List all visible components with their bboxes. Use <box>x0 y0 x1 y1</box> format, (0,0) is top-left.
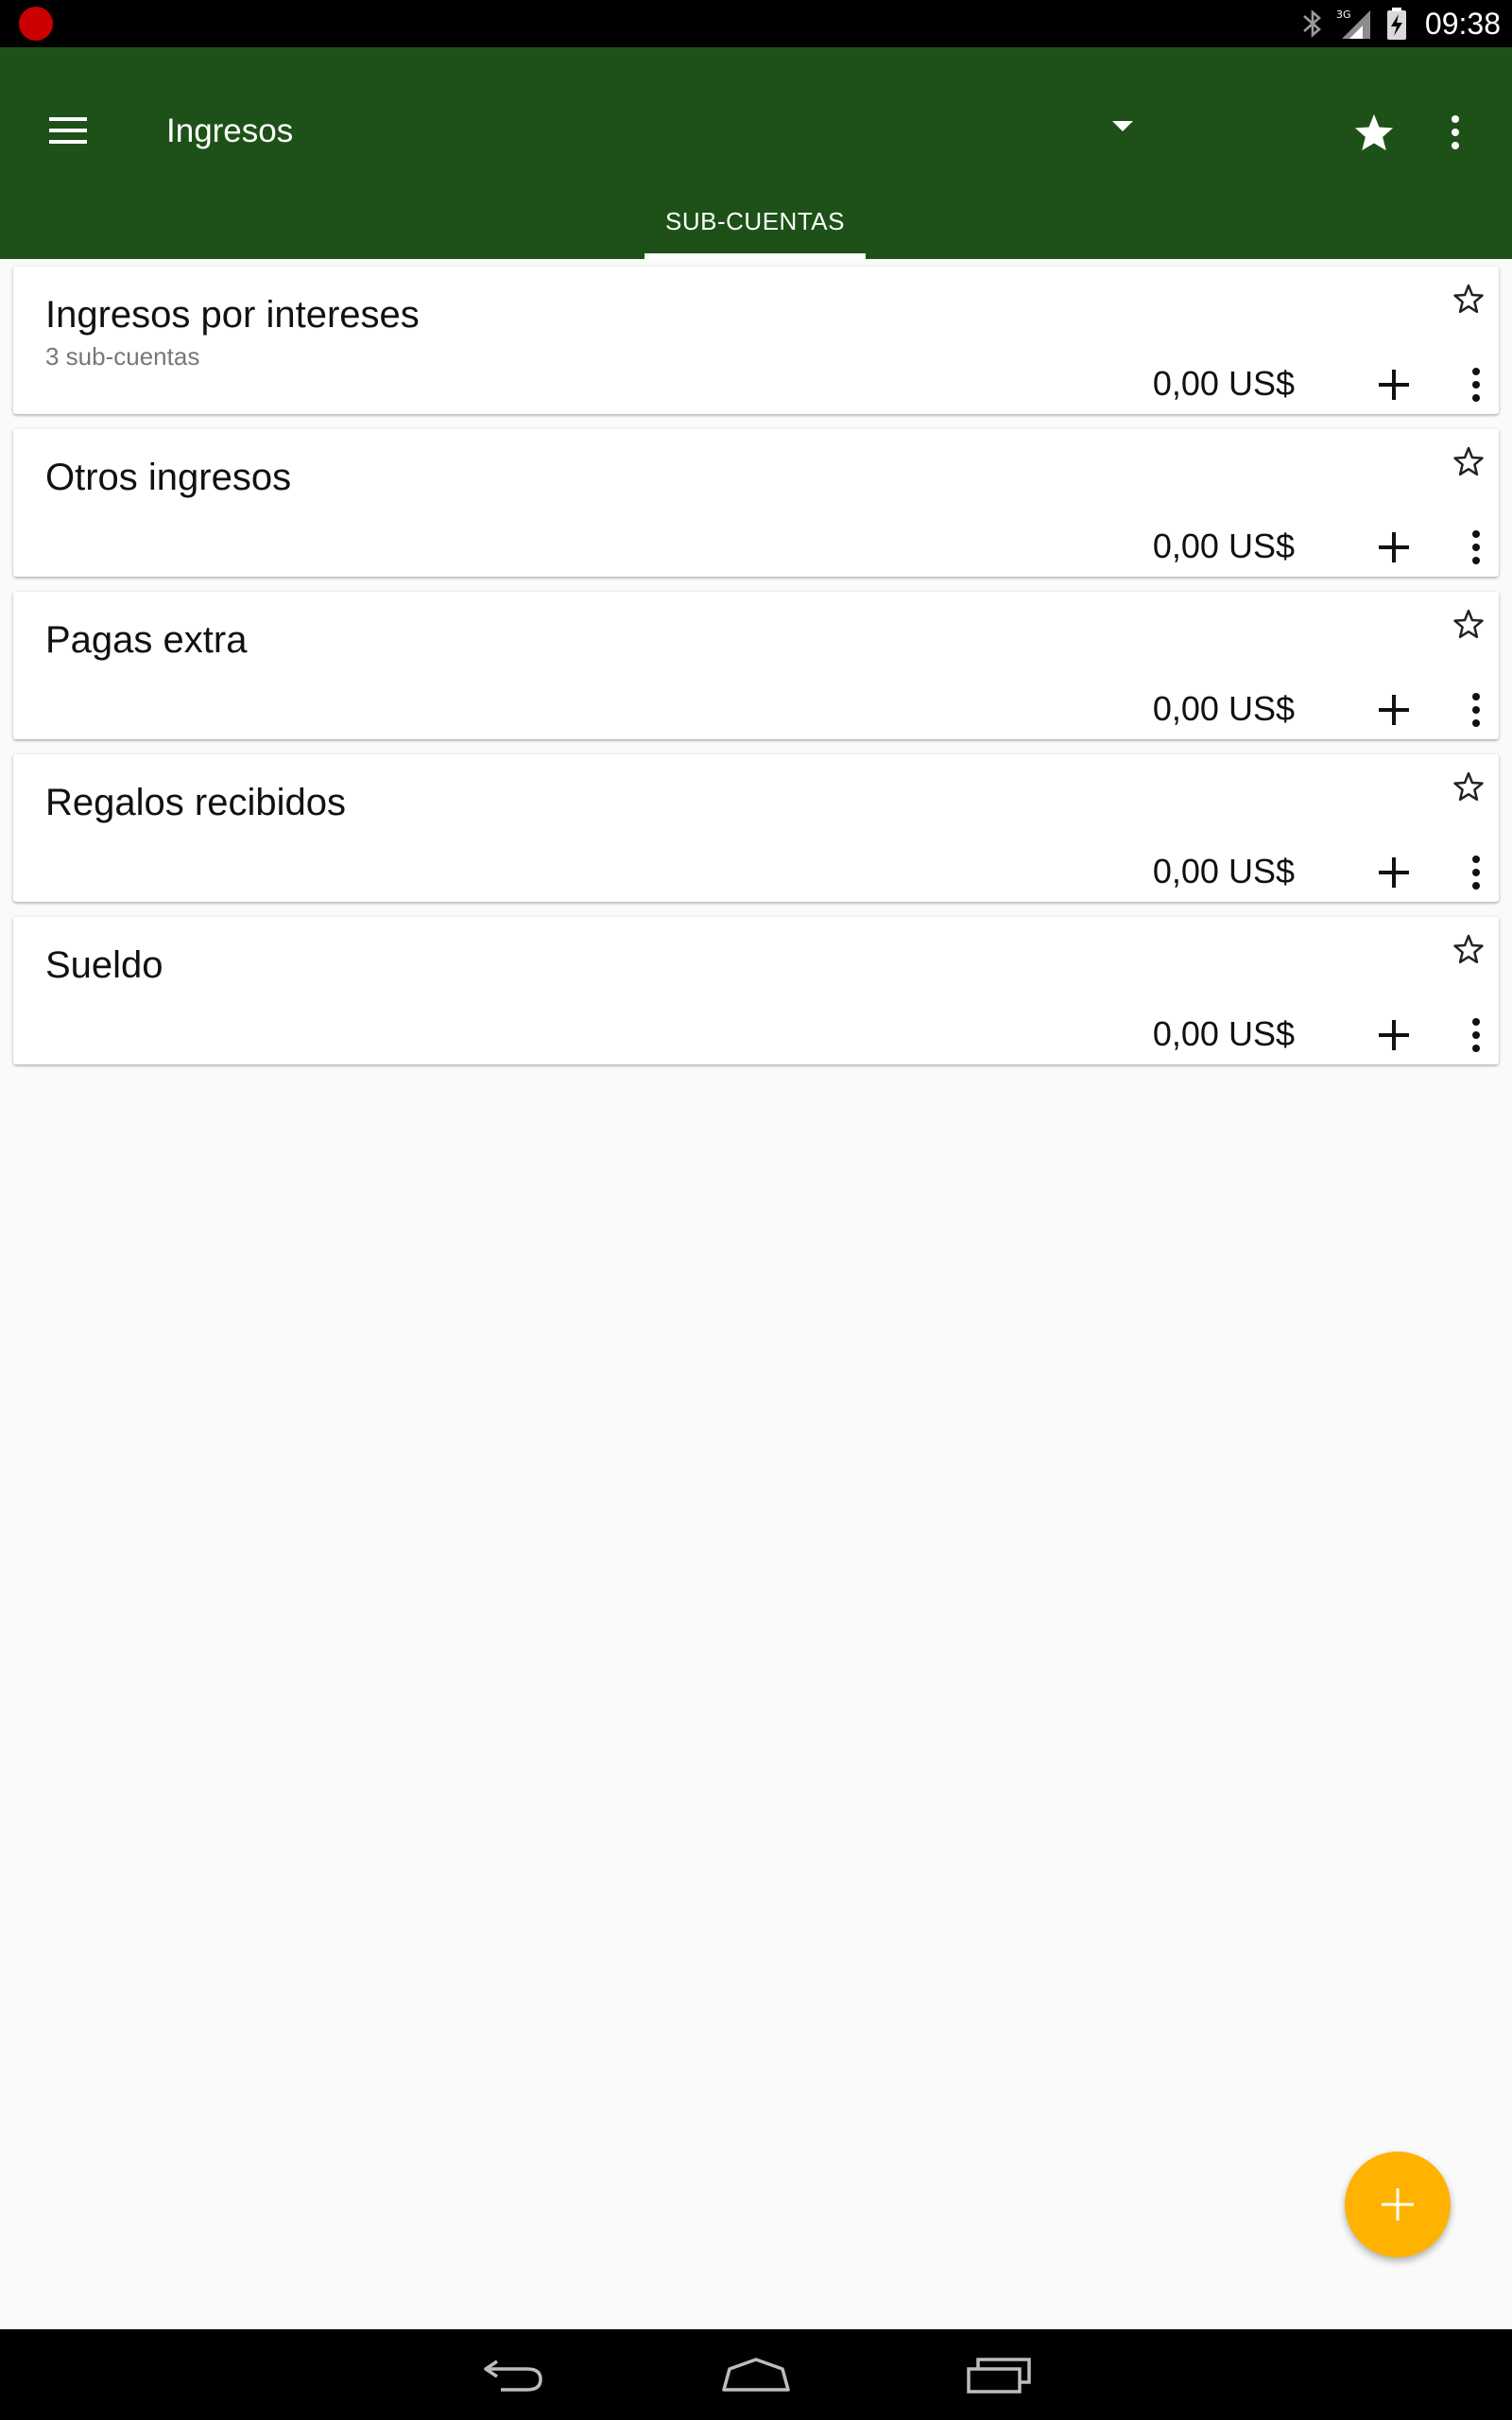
star-outline-icon <box>1453 609 1484 639</box>
account-name: Otros ingresos <box>45 457 292 498</box>
more-vert-icon <box>1472 368 1480 402</box>
favorite-button[interactable] <box>1348 106 1400 159</box>
add-transaction-button[interactable] <box>1368 847 1419 898</box>
add-transaction-button[interactable] <box>1368 522 1419 573</box>
favorite-toggle[interactable] <box>1448 928 1489 970</box>
add-account-fab[interactable] <box>1345 2152 1451 2257</box>
star-filled-icon <box>1354 113 1394 151</box>
favorite-toggle[interactable] <box>1448 441 1489 482</box>
back-icon <box>484 2360 542 2392</box>
star-outline-icon <box>1453 446 1484 476</box>
account-card[interactable]: Sueldo 0,00 US$ <box>13 917 1499 1064</box>
account-card[interactable]: Pagas extra 0,00 US$ <box>13 592 1499 739</box>
page-title[interactable]: Ingresos <box>166 110 293 153</box>
more-vert-icon <box>1472 856 1480 890</box>
account-more-button[interactable] <box>1457 1010 1495 1061</box>
add-transaction-button[interactable] <box>1368 684 1419 735</box>
plus-icon <box>1379 857 1409 888</box>
bluetooth-icon <box>1303 9 1321 38</box>
clock-time: 09:38 <box>1424 7 1501 41</box>
plus-icon <box>1379 370 1409 400</box>
favorite-toggle[interactable] <box>1448 603 1489 645</box>
more-options-button[interactable] <box>1429 104 1482 161</box>
account-balance: 0,00 US$ <box>1152 689 1295 728</box>
more-vert-icon <box>1452 115 1459 149</box>
network-type-label: 3G <box>1336 9 1351 21</box>
plus-icon <box>1379 695 1409 725</box>
add-transaction-button[interactable] <box>1368 359 1419 410</box>
plus-icon <box>1379 1020 1409 1050</box>
account-card[interactable]: Regalos recibidos 0,00 US$ <box>13 754 1499 902</box>
recording-indicator-icon <box>19 7 53 41</box>
tab-indicator <box>644 253 866 259</box>
account-card[interactable]: Otros ingresos 0,00 US$ <box>13 429 1499 577</box>
account-more-button[interactable] <box>1457 684 1495 735</box>
account-balance: 0,00 US$ <box>1152 527 1295 565</box>
tab-sub-cuentas[interactable]: SUB-CUENTAS <box>644 183 866 259</box>
account-more-button[interactable] <box>1457 359 1495 410</box>
more-vert-icon <box>1472 1018 1480 1052</box>
account-name: Regalos recibidos <box>45 782 346 823</box>
app-bar: Ingresos SUB-CUENTAS <box>0 47 1512 259</box>
more-vert-icon <box>1472 693 1480 727</box>
back-button[interactable] <box>471 2346 556 2403</box>
account-name: Sueldo <box>45 944 163 986</box>
account-list: Ingresos por intereses 3 sub-cuentas 0,0… <box>13 267 1499 1080</box>
account-card[interactable]: Ingresos por intereses 3 sub-cuentas 0,0… <box>13 267 1499 414</box>
account-balance: 0,00 US$ <box>1152 1014 1295 1053</box>
plus-icon <box>1382 2188 1414 2221</box>
home-button[interactable] <box>713 2346 799 2403</box>
star-outline-icon <box>1453 934 1484 964</box>
favorite-toggle[interactable] <box>1448 766 1489 807</box>
favorite-toggle[interactable] <box>1448 278 1489 320</box>
star-outline-icon <box>1453 771 1484 802</box>
recents-icon <box>967 2358 1031 2394</box>
plus-icon <box>1379 532 1409 562</box>
account-name: Ingresos por intereses <box>45 294 420 336</box>
more-vert-icon <box>1472 530 1480 564</box>
account-balance: 0,00 US$ <box>1152 852 1295 890</box>
account-more-button[interactable] <box>1457 847 1495 898</box>
account-dropdown-button[interactable] <box>1102 106 1143 147</box>
menu-icon <box>49 117 87 144</box>
star-outline-icon <box>1453 284 1484 314</box>
home-icon <box>722 2358 790 2392</box>
recents-button[interactable] <box>956 2346 1041 2403</box>
battery-charging-icon <box>1386 8 1406 40</box>
add-transaction-button[interactable] <box>1368 1010 1419 1061</box>
signal-icon: 3G <box>1336 9 1370 39</box>
dropdown-arrow-icon <box>1112 121 1133 131</box>
account-balance: 0,00 US$ <box>1152 364 1295 403</box>
account-name: Pagas extra <box>45 619 248 661</box>
status-icons: 3G 09:38 <box>1300 0 1501 47</box>
menu-button[interactable] <box>30 93 106 168</box>
system-nav-bar <box>0 2329 1512 2420</box>
status-bar: 3G 09:38 <box>0 0 1512 47</box>
account-more-button[interactable] <box>1457 522 1495 573</box>
account-subtitle: 3 sub-cuentas <box>45 342 200 371</box>
